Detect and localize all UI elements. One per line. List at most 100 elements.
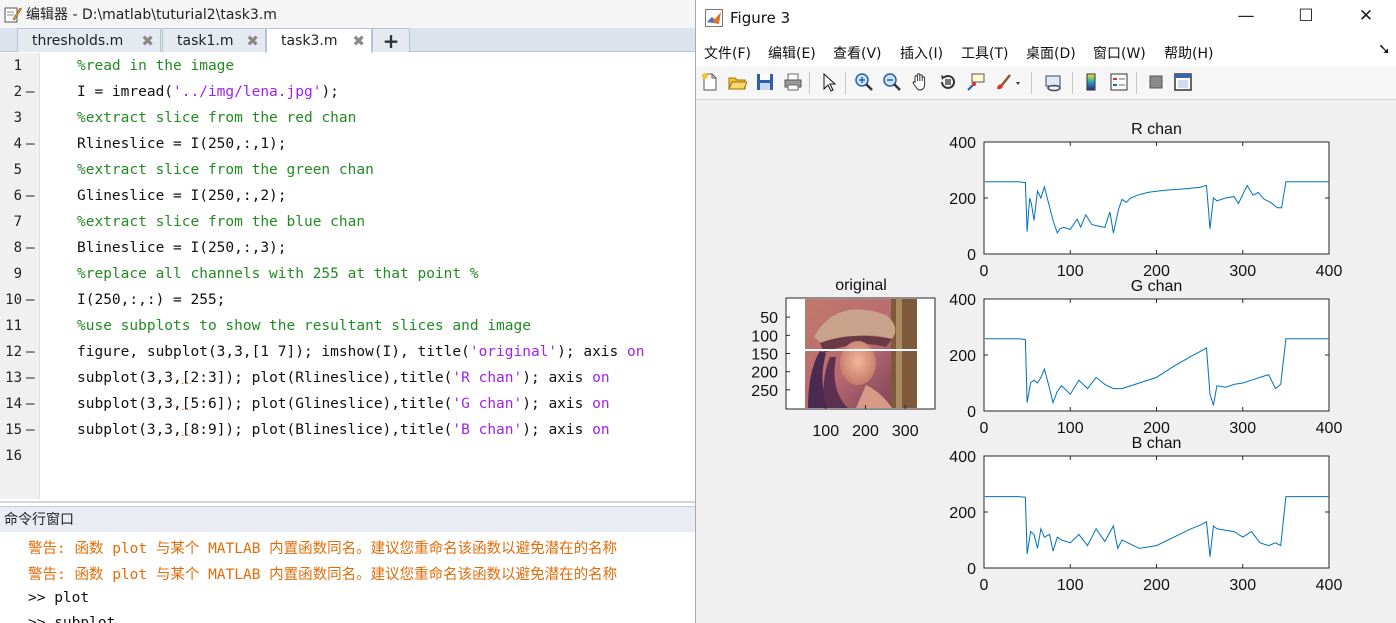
figure-title: Figure 3 [730,9,791,27]
lena-image [805,299,917,408]
tab-task3[interactable]: task3.m ✖ [266,28,372,53]
show-plot-tools-icon[interactable] [1172,71,1194,93]
line-subplot[interactable]: R chan0 100 200 300 4000200400 [949,121,1342,280]
code-line[interactable]: 1 %read in the image [0,53,696,79]
code-text: Rlineslice = I(250,:,1); [77,131,287,157]
maximize-button[interactable]: ☐ [1293,6,1319,28]
command-window[interactable]: 警告: 函数 plot 与某个 MATLAB 内置函数同名。建议您重命名该函数以… [0,532,696,623]
editor-titlebar: 编辑器 - D:\matlab\tuturial2\task3.m [0,0,696,28]
close-tab-icon[interactable]: ✖ [246,32,259,50]
code-text: subplot(3,3,[8:9]); plot(Blineslice),tit… [77,417,610,443]
code-text: Blineslice = I(250,:,3); [77,235,287,261]
menu-view[interactable]: 查看(V) [833,43,882,63]
pan-hand-icon[interactable] [909,71,931,93]
code-token: 'B chan' [452,422,523,438]
link-plot-icon[interactable] [1043,71,1065,93]
add-tab-button[interactable]: + [372,28,410,53]
breakpoint-marker[interactable]: — [26,287,35,313]
line-number: 15 [5,422,22,438]
close-tab-icon[interactable]: ✖ [141,32,154,50]
editor-tab-bar: thresholds.m ✖ task1.m ✖ task3.m ✖ + [0,28,696,53]
hide-plot-tools-icon[interactable] [1145,71,1167,93]
code-line[interactable]: 7 %extract slice from the blue chan [0,209,696,235]
zoom-in-icon[interactable] [853,71,875,93]
menu-tools[interactable]: 工具(T) [961,43,1008,63]
x-tick-label: 300 [892,423,919,440]
breakpoint-marker[interactable]: — [26,417,35,443]
open-file-icon[interactable] [726,71,748,93]
code-text: %read in the image [77,53,234,79]
tab-thresholds[interactable]: thresholds.m ✖ [17,28,161,52]
code-line[interactable]: 16 [0,443,696,469]
figure-window: Figure 3 — ☐ ✕ 文件(F) 编辑(E) 查看(V) 插入(I) 工… [695,0,1396,623]
breakpoint-marker[interactable]: — [26,365,35,391]
breakpoint-marker[interactable]: — [26,235,35,261]
line-number: 6 [13,188,22,204]
code-token: '../img/lena.jpg' [173,84,322,100]
code-token: Blineslice = I(250,:,3); [77,240,287,256]
code-text: Glineslice = I(250,:,2); [77,183,287,209]
code-line[interactable]: 4— Rlineslice = I(250,:,1); [0,131,696,157]
breakpoint-marker[interactable]: — [26,79,35,105]
code-line[interactable]: 12— figure, subplot(3,3,[1 7]); imshow(I)… [0,339,696,365]
code-line[interactable]: 15— subplot(3,3,[8:9]); plot(Blineslice),… [0,417,696,443]
close-button[interactable]: ✕ [1353,6,1379,28]
code-token: %extract slice from the red chan [77,110,357,126]
code-line[interactable]: 6— Glineslice = I(250,:,2); [0,183,696,209]
line-number: 3 [13,110,22,126]
code-line[interactable]: 13— subplot(3,3,[2:3]); plot(Rlineslice),… [0,365,696,391]
breakpoint-marker[interactable]: — [26,131,35,157]
command-prompt-line: >> plot [28,590,90,606]
code-line[interactable]: 5 %extract slice from the green chan [0,157,696,183]
menu-desktop[interactable]: 桌面(D) [1026,43,1076,63]
breakpoint-marker[interactable]: — [26,183,35,209]
menu-window[interactable]: 窗口(W) [1093,43,1146,63]
menu-insert[interactable]: 插入(I) [900,43,943,63]
code-token: Rlineslice = I(250,:,1); [77,136,287,152]
menu-help[interactable]: 帮助(H) [1164,43,1213,63]
new-figure-icon[interactable] [699,71,721,93]
close-tab-icon[interactable]: ✖ [352,32,365,50]
minimize-button[interactable]: — [1233,6,1259,28]
line-number: 1 [13,58,22,74]
code-line[interactable]: 9 %replace all channels with 255 at that … [0,261,696,287]
code-line[interactable]: 10— I(250,:,:) = 255; [0,287,696,313]
colorbar-icon[interactable] [1080,71,1102,93]
x-tick-label: 300 [1229,420,1256,437]
x-tick-label: 0 [980,420,989,437]
menu-edit[interactable]: 编辑(E) [768,43,816,63]
code-token: 2:3]); plot(Rlineslice),title( [190,370,453,386]
code-line[interactable]: 2— I = imread('../img/lena.jpg'); [0,79,696,105]
code-line[interactable]: 8— Blineslice = I(250,:,3); [0,235,696,261]
legend-icon[interactable] [1108,71,1130,93]
dock-arrow-icon[interactable]: ➘ [1378,40,1391,58]
code-line[interactable]: 14— subplot(3,3,[5:6]); plot(Glineslice),… [0,391,696,417]
tab-label: task3.m [281,33,338,49]
line-subplot[interactable]: B chan 0 100 200 300 400 0 200 400 [949,435,1342,594]
line-number: 8 [13,240,22,256]
zoom-out-icon[interactable] [881,71,903,93]
print-icon[interactable] [782,71,804,93]
save-icon[interactable] [754,71,776,93]
original-image-subplot[interactable]: original 50100150200250100 200 300 [751,277,936,440]
y-tick-label: 150 [751,347,778,364]
data-cursor-icon[interactable] [965,71,987,93]
menu-file[interactable]: 文件(F) [704,43,751,63]
code-area[interactable]: 1 %read in the image 2— I = imread('../img/… [0,53,696,499]
figure-canvas[interactable]: original 50 100 150 200 250 100 200 300 R chan 0… [696,101,1396,623]
brush-icon[interactable] [993,71,1023,93]
panel-divider[interactable] [0,501,696,503]
y-tick-label: 400 [949,135,976,152]
line-subplot[interactable]: G chan0 100 200 300 4000200400 [949,278,1342,437]
code-line[interactable]: 11 %use subplots to show the resultant sl… [0,313,696,339]
code-token: [ [181,370,191,386]
tab-task1[interactable]: task1.m ✖ [162,28,266,52]
pointer-icon[interactable] [818,71,840,93]
subplots[interactable]: original 50100150200250100 200 300 R chan0… [696,101,1396,623]
code-token: figure, subplot(3,3,[1 7]); imshow(I), t… [77,344,470,360]
code-line[interactable]: 3 %extract slice from the red chan [0,105,696,131]
rotate-3d-icon[interactable] [937,71,959,93]
breakpoint-marker[interactable]: — [26,391,35,417]
breakpoint-marker[interactable]: — [26,339,35,365]
code-token: %extract slice from the blue chan [77,214,366,230]
